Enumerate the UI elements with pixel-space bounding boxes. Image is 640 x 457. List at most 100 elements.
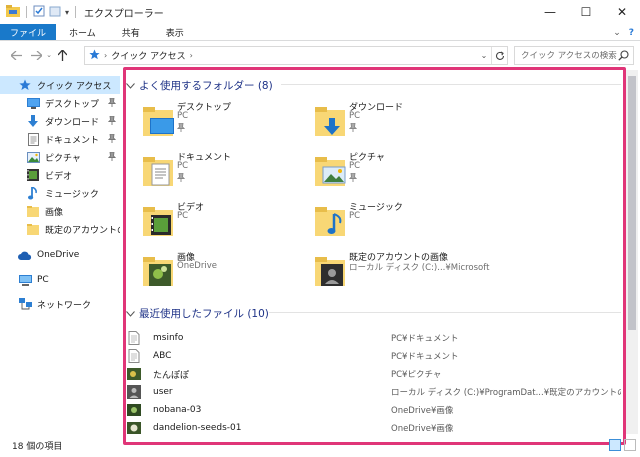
folder-tile-music[interactable]: ミュージック PC: [315, 200, 485, 244]
close-button[interactable]: ✕: [604, 0, 640, 24]
recent-file-row[interactable]: nobana-03 OneDrive¥画像: [127, 401, 617, 419]
ribbon-tabs: ファイル ホーム 共有 表示 ⌄ ?: [0, 24, 640, 41]
tab-view[interactable]: 表示: [153, 24, 197, 40]
pin-icon[interactable]: [176, 122, 186, 135]
cloud-icon: [18, 248, 32, 262]
window-controls: — ☐ ✕: [532, 0, 640, 24]
sidebar-item-quick-access[interactable]: クイック アクセス: [0, 76, 120, 94]
music-icon: [26, 186, 40, 200]
up-arrow-icon: [57, 49, 67, 61]
folder-tile-pictures[interactable]: ピクチャ PC: [315, 150, 485, 194]
sidebar-item-downloads[interactable]: ダウンロード: [0, 112, 120, 130]
search-input[interactable]: [521, 50, 617, 61]
collapse-chevron-icon[interactable]: [124, 309, 136, 319]
search-icon[interactable]: [618, 50, 629, 64]
scrollbar-thumb[interactable]: [628, 76, 636, 330]
expand-ribbon-icon[interactable]: ⌄: [613, 28, 621, 38]
maximize-button[interactable]: ☐: [568, 0, 604, 24]
forward-button[interactable]: [28, 46, 44, 64]
pictures-folder-icon: [315, 157, 346, 186]
image-file-icon: [127, 404, 141, 416]
refresh-button[interactable]: [491, 47, 507, 64]
file-path: OneDrive¥画像: [391, 424, 454, 434]
properties-icon[interactable]: [33, 5, 45, 20]
sidebar-item-documents[interactable]: ドキュメント: [0, 130, 120, 148]
star-icon: [18, 78, 32, 92]
details-view-button[interactable]: [609, 439, 621, 451]
collapse-chevron-icon[interactable]: [124, 81, 136, 91]
sidebar-item-onedrive[interactable]: OneDrive: [0, 246, 120, 264]
music-folder-icon: [315, 207, 345, 236]
image-file-icon: [127, 368, 141, 380]
folder-tile-videos[interactable]: ビデオ PC: [143, 200, 313, 244]
download-folder-icon: [315, 107, 345, 136]
tab-home[interactable]: ホーム: [56, 24, 109, 40]
recent-file-row[interactable]: ABC PC¥ドキュメント: [127, 347, 617, 365]
folder-tile-documents[interactable]: ドキュメント PC: [143, 150, 313, 194]
view-switcher: [609, 439, 636, 451]
new-folder-icon[interactable]: [49, 5, 61, 20]
folder-tile-account-pictures[interactable]: 既定のアカウントの画像 ローカル ディスク (C:)...¥Microsoft: [315, 250, 489, 294]
folder-tile-images[interactable]: 画像 OneDrive: [143, 250, 313, 294]
pin-icon[interactable]: [107, 133, 117, 146]
pin-icon[interactable]: [348, 172, 358, 185]
recent-file-row[interactable]: dandelion-seeds-01 OneDrive¥画像: [127, 419, 617, 434]
folder-tile-downloads[interactable]: ダウンロード PC: [315, 100, 485, 144]
sidebar-item-network[interactable]: ネットワーク: [0, 295, 120, 313]
navigation-bar: ⌄ › クイック アクセス › ⌄: [0, 42, 640, 68]
text-file-icon: [128, 331, 140, 345]
customize-toolbar-chevron-icon[interactable]: ▾: [65, 8, 69, 17]
sidebar-item-account-pictures[interactable]: 既定のアカウントの画像: [0, 220, 120, 238]
sidebar-item-videos[interactable]: ビデオ: [0, 166, 120, 184]
breadcrumb-chevron-icon[interactable]: ›: [190, 51, 193, 60]
sidebar-item-label: 画像: [45, 207, 64, 218]
pin-icon[interactable]: [107, 97, 117, 110]
frequent-folders-header[interactable]: よく使用するフォルダー (8): [124, 78, 273, 93]
tab-share[interactable]: 共有: [109, 24, 153, 40]
folder-icon: [26, 204, 40, 218]
recent-locations-button[interactable]: ⌄: [44, 46, 54, 64]
sidebar-item-label: 既定のアカウントの画像: [45, 225, 120, 236]
sidebar-item-images[interactable]: 画像: [0, 202, 120, 220]
window-title: エクスプローラー: [84, 8, 164, 20]
sidebar-item-label: ダウンロード: [45, 117, 100, 128]
forward-arrow-icon: [30, 50, 42, 60]
desktop-folder-icon: [143, 107, 174, 136]
pin-icon[interactable]: [107, 115, 117, 128]
folder-location: PC: [177, 111, 189, 121]
sidebar-item-pc[interactable]: PC: [0, 271, 120, 289]
help-icon[interactable]: ?: [629, 28, 634, 38]
refresh-icon: [495, 51, 504, 60]
pin-icon[interactable]: [107, 151, 117, 164]
file-name: ABC: [153, 351, 172, 361]
breadcrumb-chevron-icon[interactable]: ›: [104, 51, 107, 60]
toolbar-separator: [75, 6, 77, 18]
address-dropdown-icon[interactable]: ⌄: [477, 51, 491, 60]
sidebar-item-music[interactable]: ミュージック: [0, 184, 120, 202]
address-bar-controls: ⌄: [477, 47, 507, 64]
sidebar-item-pictures[interactable]: ピクチャ: [0, 148, 120, 166]
breadcrumb-quick-access[interactable]: クイック アクセス: [111, 49, 185, 62]
address-bar[interactable]: › クイック アクセス › ⌄: [84, 46, 508, 65]
pin-icon[interactable]: [176, 172, 186, 185]
recent-file-row[interactable]: msinfo PC¥ドキュメント: [127, 329, 617, 347]
recent-files-title: 最近使用したファイル (10): [139, 308, 269, 320]
folder-location: PC: [177, 161, 189, 171]
folder-tile-desktop[interactable]: デスクトップ PC: [143, 100, 313, 144]
recent-file-row[interactable]: たんぽぽ PC¥ピクチャ: [127, 365, 617, 383]
videos-folder-icon: [143, 207, 173, 236]
sidebar-item-desktop[interactable]: デスクトップ: [0, 94, 120, 112]
tab-file[interactable]: ファイル: [0, 24, 57, 40]
up-button[interactable]: [54, 46, 70, 64]
document-icon: [26, 132, 40, 146]
pin-icon[interactable]: [348, 122, 358, 135]
minimize-button[interactable]: —: [532, 0, 568, 24]
large-icons-view-button[interactable]: [624, 439, 636, 451]
recent-files-header[interactable]: 最近使用したファイル (10): [124, 306, 269, 321]
ribbon-right-controls: ⌄ ?: [613, 24, 634, 41]
back-button[interactable]: [8, 46, 24, 64]
search-box[interactable]: [514, 46, 634, 65]
content-area: よく使用するフォルダー (8) デスクトップ PC ダウンロード PC ドキュメ…: [121, 70, 625, 434]
status-bar: 18 個の項目: [0, 434, 640, 457]
recent-file-row[interactable]: user ローカル ディスク (C:)¥ProgramDat...¥既定のアカウ…: [127, 383, 621, 401]
